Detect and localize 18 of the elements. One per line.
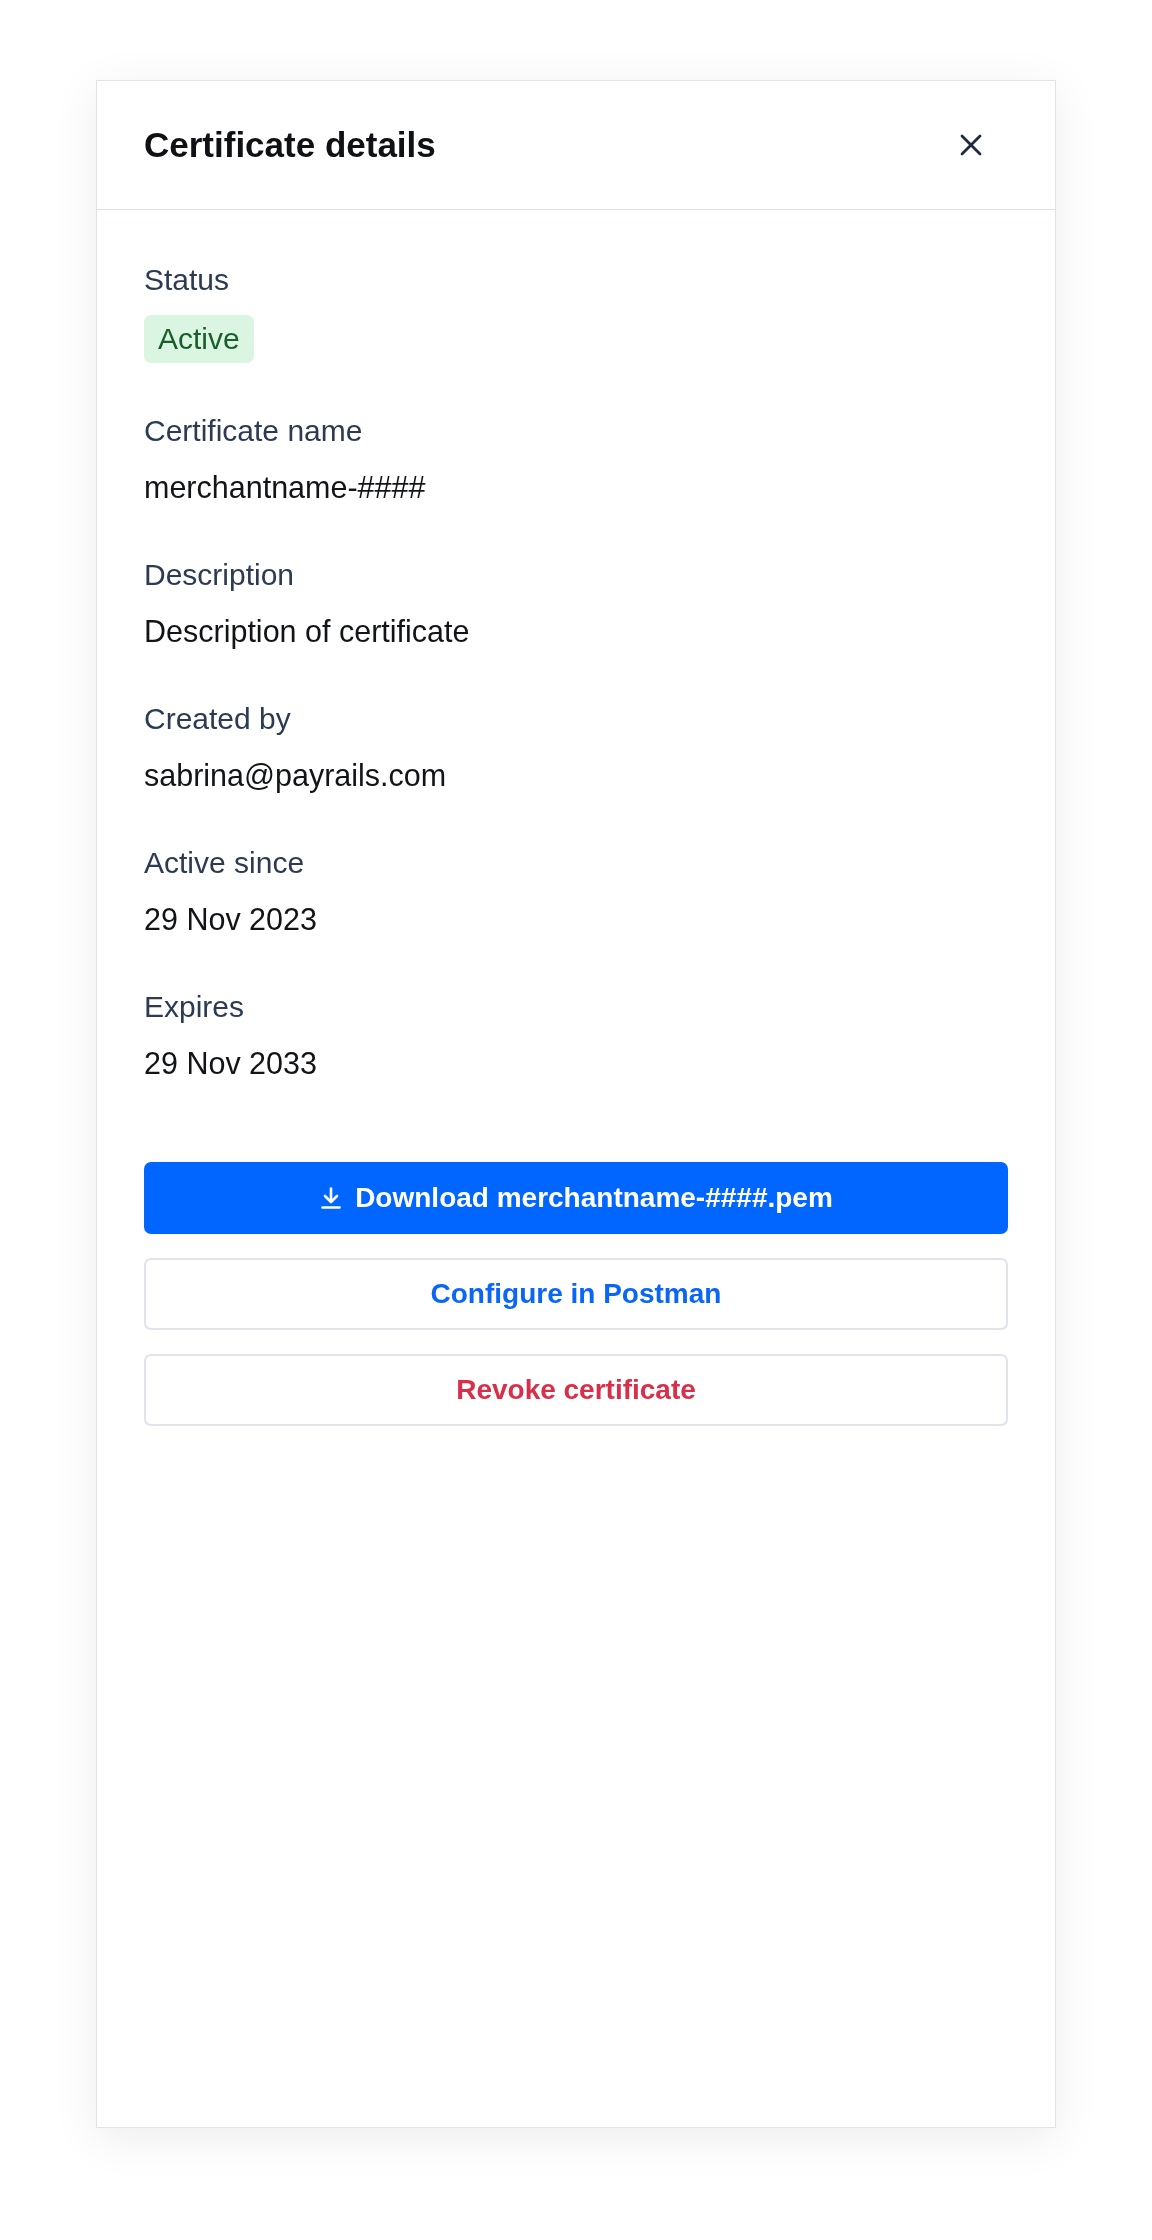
field-label: Description (144, 557, 295, 593)
download-icon (319, 1186, 344, 1210)
field-value: sabrina@payrails.com (144, 757, 447, 795)
download-button[interactable]: Download merchantname-####.pem (144, 1162, 1008, 1234)
panel-title: Certificate details (144, 124, 436, 166)
field-value: Description of certificate (144, 613, 470, 651)
field-label: Created by (144, 701, 291, 737)
field-label: Certificate name (144, 413, 363, 449)
field-label: Status (144, 262, 230, 298)
configure-button[interactable]: Configure in Postman (144, 1258, 1008, 1330)
field-value: 29 Nov 2023 (144, 901, 317, 938)
status-badge: Active (144, 315, 254, 363)
field-value: 29 Nov 2033 (144, 1045, 317, 1082)
field-value: merchantname-#### (144, 469, 426, 506)
revoke-button[interactable]: Revoke certificate (144, 1354, 1008, 1426)
field-label: Expires (144, 989, 245, 1025)
field-label: Active since (144, 845, 305, 881)
close-icon (960, 134, 982, 156)
